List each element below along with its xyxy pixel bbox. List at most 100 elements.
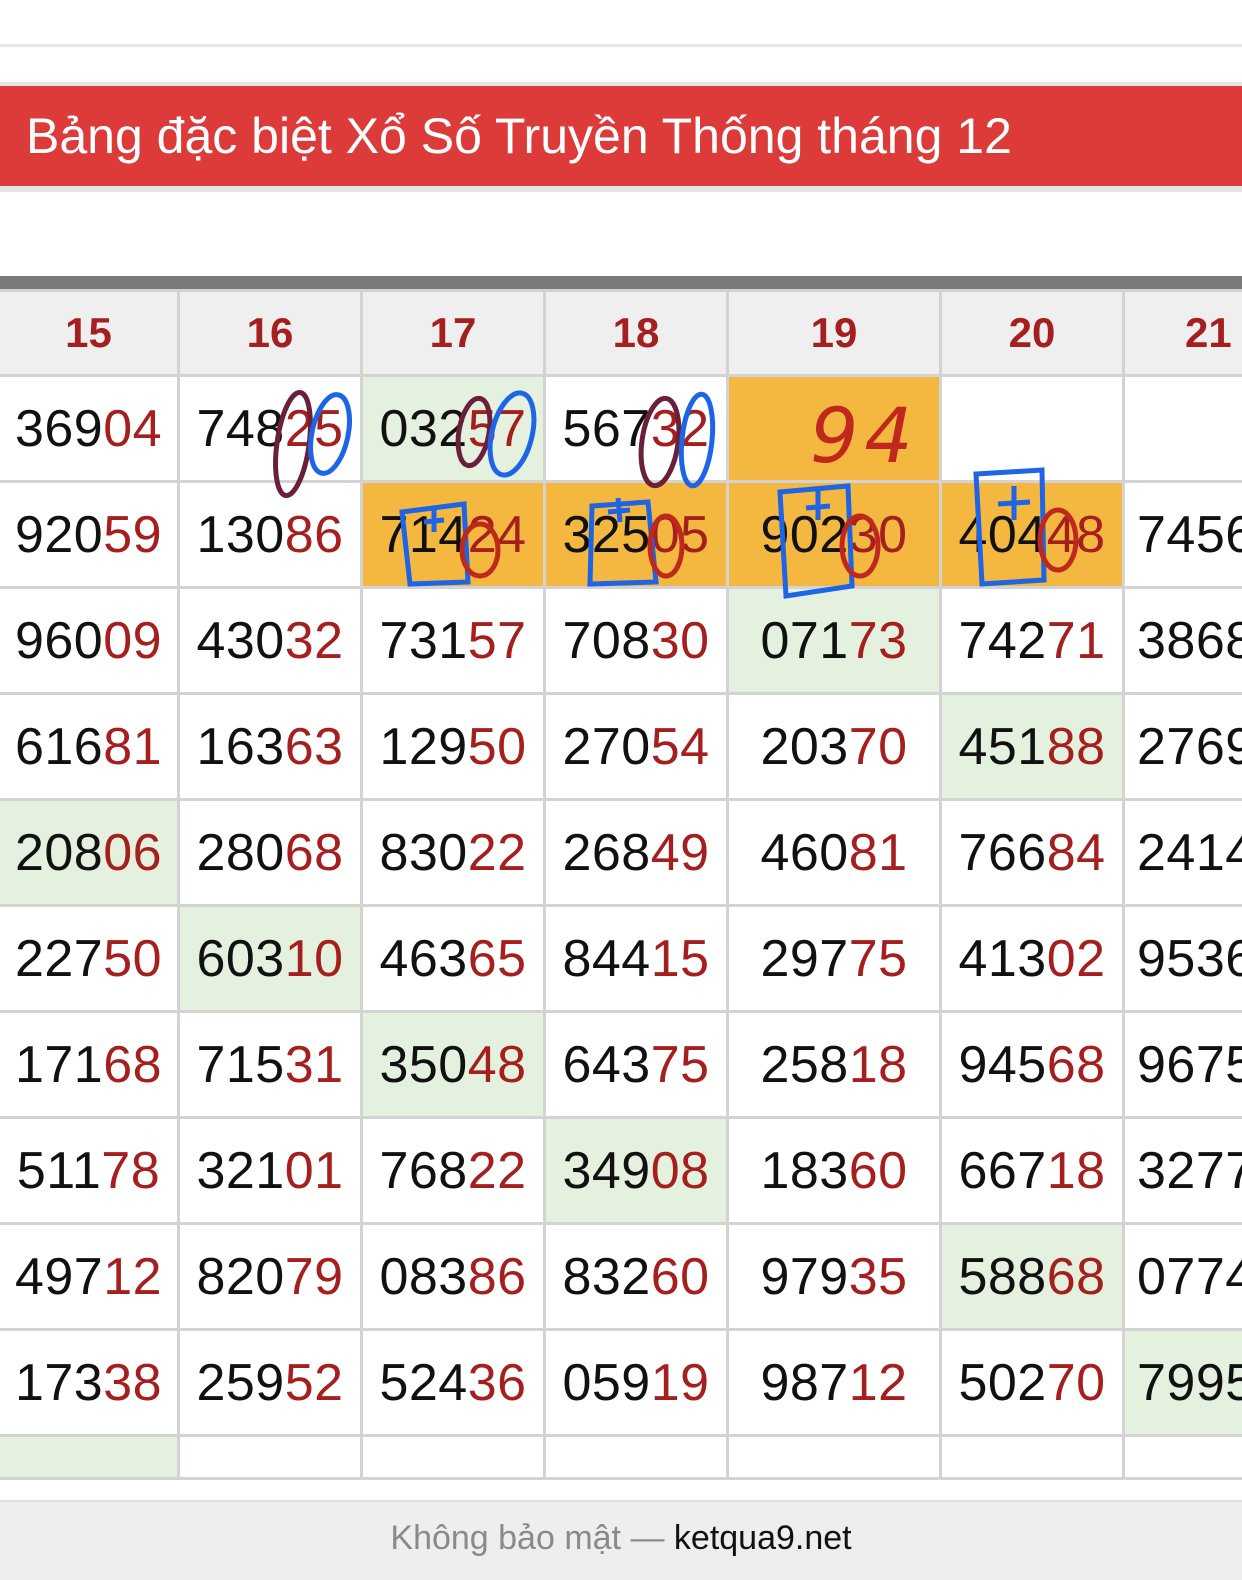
result-cell: 29775	[726, 904, 942, 1013]
table-header-row: 15 16 17 18 19 20 21	[0, 289, 1242, 377]
result-cell: 3868	[1122, 586, 1242, 695]
result-cell: 83022	[360, 798, 546, 907]
table-top-bar	[0, 276, 1242, 289]
result-cell: 32505	[543, 480, 729, 589]
result-cell: 46081	[726, 798, 942, 907]
result-cell: 43032	[177, 586, 363, 695]
result-cell: 45188	[939, 692, 1125, 801]
empty-cell	[939, 1434, 1125, 1480]
result-cell: 25952	[177, 1328, 363, 1437]
column-header: 19	[726, 289, 942, 377]
result-cell: 46365	[360, 904, 546, 1013]
column-header: 17	[360, 289, 546, 377]
result-cell: 25818	[726, 1010, 942, 1119]
empty-cell	[1122, 1434, 1242, 1480]
result-cell: 07173	[726, 586, 942, 695]
result-cell: 74825	[177, 374, 363, 483]
result-cell: 74271	[939, 586, 1125, 695]
column-header: 21	[1122, 289, 1242, 377]
result-cell: 60310	[177, 904, 363, 1013]
result-cell: 22750	[0, 904, 180, 1013]
result-cell: 49712	[0, 1222, 180, 1331]
result-cell: 2769	[1122, 692, 1242, 801]
result-cell: 51178	[0, 1116, 180, 1225]
result-cell: 9536	[1122, 904, 1242, 1013]
result-cell: 36904	[0, 374, 180, 483]
table-row: 17338 25952 52436 05919 98712 50270 7995	[0, 1328, 1242, 1437]
result-cell: 64375	[543, 1010, 729, 1119]
table-row: 51178 32101 76822 34908 18360 66718 3277	[0, 1116, 1242, 1225]
column-header: 18	[543, 289, 729, 377]
result-cell: 56732	[543, 374, 729, 483]
result-cell: 2414	[1122, 798, 1242, 907]
results-table: 15 16 17 18 19 20 21 36904 74825 03257 5…	[0, 289, 1242, 1480]
result-cell: 0774	[1122, 1222, 1242, 1331]
result-cell: 50270	[939, 1328, 1125, 1437]
result-cell: 12950	[360, 692, 546, 801]
result-cell: 41302	[939, 904, 1125, 1013]
result-cell: 7456	[1122, 480, 1242, 589]
result-cell: 96009	[0, 586, 180, 695]
result-cell: 26849	[543, 798, 729, 907]
result-cell: 83260	[543, 1222, 729, 1331]
empty-cell	[0, 1434, 180, 1480]
table-row: 20806 28068 83022 26849 46081 76684 2414	[0, 798, 1242, 907]
result-cell: 84415	[543, 904, 729, 1013]
result-cell	[1122, 374, 1242, 483]
result-cell: 73157	[360, 586, 546, 695]
result-cell: 7995	[1122, 1328, 1242, 1437]
result-cell: 32101	[177, 1116, 363, 1225]
result-cell: 03257	[360, 374, 546, 483]
result-cell: 82079	[177, 1222, 363, 1331]
result-cell: 05919	[543, 1328, 729, 1437]
results-table-container[interactable]: 15 16 17 18 19 20 21 36904 74825 03257 5…	[0, 289, 1242, 1501]
result-cell: 13086	[177, 480, 363, 589]
result-cell: 71424	[360, 480, 546, 589]
result-cell: 08386	[360, 1222, 546, 1331]
table-row: 22750 60310 46365 84415 29775 41302 9536	[0, 904, 1242, 1013]
result-cell: 94568	[939, 1010, 1125, 1119]
result-cell: 90230	[726, 480, 942, 589]
result-cell: 17338	[0, 1328, 180, 1437]
page-title: Bảng đặc biệt Xổ Số Truyền Thống tháng 1…	[0, 86, 1242, 186]
result-cell: 52436	[360, 1328, 546, 1437]
result-cell: 28068	[177, 798, 363, 907]
table-row: 96009 43032 73157 70830 07173 74271 3868	[0, 586, 1242, 695]
table-row: 49712 82079 08386 83260 97935 58868 0774	[0, 1222, 1242, 1331]
result-cell: 76822	[360, 1116, 546, 1225]
result-cell	[726, 374, 942, 483]
column-header: 16	[177, 289, 363, 377]
result-cell: 71531	[177, 1010, 363, 1119]
result-cell: 40448	[939, 480, 1125, 589]
security-label: Không bảo mật —	[390, 1519, 665, 1557]
result-cell: 66718	[939, 1116, 1125, 1225]
column-header: 15	[0, 289, 180, 377]
empty-cell	[543, 1434, 729, 1480]
result-cell: 20806	[0, 798, 180, 907]
result-cell: 17168	[0, 1010, 180, 1119]
empty-cell	[726, 1434, 942, 1480]
address-bar[interactable]: Không bảo mật — ketqua9.net	[0, 1500, 1242, 1580]
result-cell: 97935	[726, 1222, 942, 1331]
table-row-partial	[0, 1434, 1242, 1480]
result-cell: 27054	[543, 692, 729, 801]
table-row: 61681 16363 12950 27054 20370 45188 2769	[0, 692, 1242, 801]
result-cell: 61681	[0, 692, 180, 801]
result-cell: 70830	[543, 586, 729, 695]
result-cell: 9675	[1122, 1010, 1242, 1119]
column-header: 20	[939, 289, 1125, 377]
result-cell	[939, 374, 1125, 483]
result-cell: 16363	[177, 692, 363, 801]
result-cell: 92059	[0, 480, 180, 589]
result-cell: 98712	[726, 1328, 942, 1437]
result-cell: 76684	[939, 798, 1125, 907]
result-cell: 3277	[1122, 1116, 1242, 1225]
result-cell: 20370	[726, 692, 942, 801]
top-divider	[0, 44, 1242, 47]
result-cell: 18360	[726, 1116, 942, 1225]
domain-label[interactable]: ketqua9.net	[674, 1519, 852, 1557]
table-row: 17168 71531 35048 64375 25818 94568 9675	[0, 1010, 1242, 1119]
table-row: 36904 74825 03257 56732	[0, 374, 1242, 483]
table-row: 92059 13086 71424 32505 90230 40448 7456	[0, 480, 1242, 589]
empty-cell	[177, 1434, 363, 1480]
